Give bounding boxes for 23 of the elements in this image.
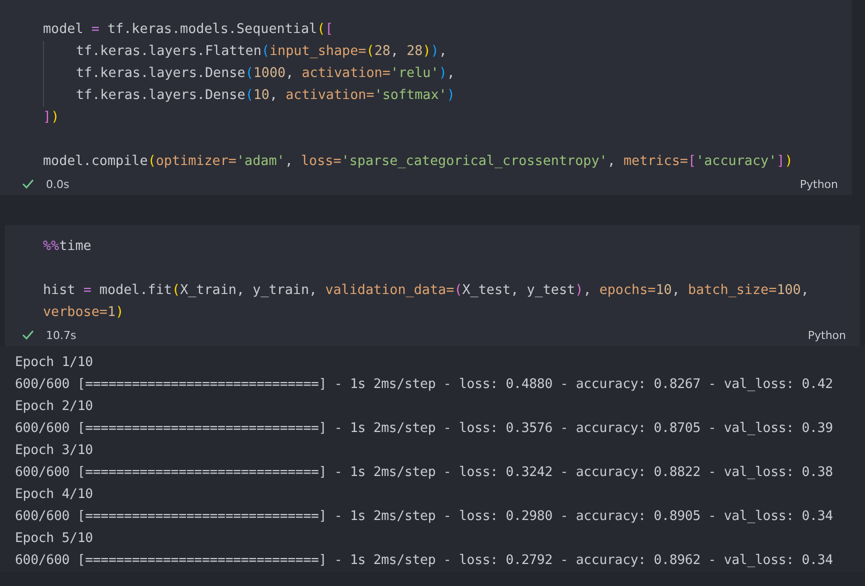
language-label[interactable]: Python: [808, 328, 846, 342]
output-line: Epoch 3/10: [15, 442, 93, 460]
code-line: %%time: [43, 238, 92, 256]
output-line: Epoch 5/10: [15, 530, 93, 548]
code-line: verbose=1): [43, 304, 124, 322]
output-line: 600/600 [==============================] - 1s 2ms/step - loss: 0.3576 - accuracy: 0.8705 - val_loss: 0.39: [15, 420, 833, 438]
execution-time: 10.7s: [46, 328, 76, 342]
code-line: ]): [43, 109, 60, 127]
code-line: tf.keras.layers.Flatten(input_shape=(28, 28)),: [43, 41, 447, 63]
code-line: tf.keras.layers.Dense(10, activation='softmax'): [43, 85, 455, 107]
output-line: 600/600 [==============================] - 1s 2ms/step - loss: 0.4880 - accuracy: 0.8267 - val_loss: 0.42: [15, 376, 833, 394]
output-line: 600/600 [==============================] - 1s 2ms/step - loss: 0.2792 - accuracy: 0.8962 - val_loss: 0.34: [15, 552, 833, 570]
code-line: model = tf.keras.models.Sequential([: [43, 21, 334, 39]
output-line: 600/600 [==============================] - 1s 2ms/step - loss: 0.3242 - accuracy: 0.8822 - val_loss: 0.38: [15, 464, 833, 482]
output-line: Epoch 4/10: [15, 486, 93, 504]
language-label[interactable]: Python: [800, 178, 838, 190]
output-line: 600/600 [==============================] - 1s 2ms/step - loss: 0.2980 - accuracy: 0.8905 - val_loss: 0.34: [15, 508, 833, 526]
code-line: hist = model.fit(X_train, y_train, validation_data=(X_test, y_test), epochs=10, batch_size=100,: [43, 282, 809, 300]
output-line: Epoch 2/10: [15, 398, 93, 416]
code-line: model.compile(optimizer='adam', loss='sparse_categorical_crossentropy', metrics=['accuracy']): [43, 153, 793, 171]
output-line: Epoch 1/10: [15, 354, 93, 372]
execution-time: 0.0s: [46, 178, 70, 190]
code-line: tf.keras.layers.Dense(1000, activation='relu'),: [43, 63, 455, 85]
